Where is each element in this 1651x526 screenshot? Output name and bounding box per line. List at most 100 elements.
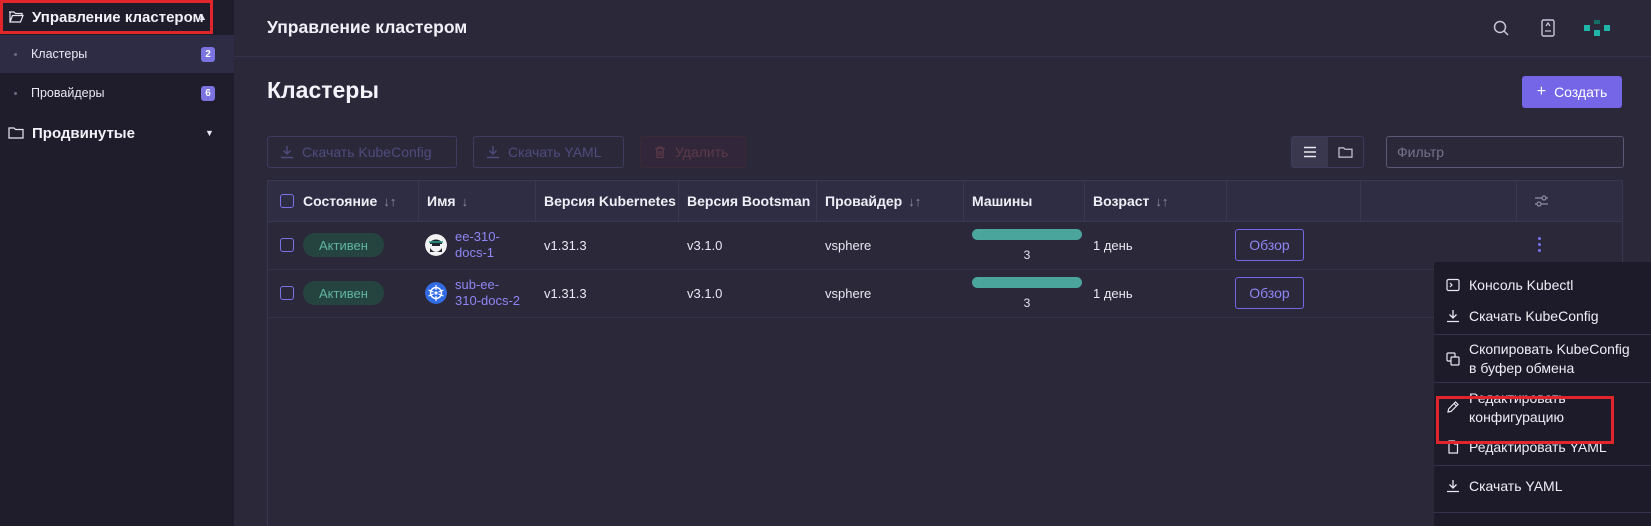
bullet-icon [14, 52, 17, 56]
create-button[interactable]: + Создать [1522, 76, 1622, 108]
column-label: Машины [972, 193, 1033, 209]
download-kubeconfig-button[interactable]: Скачать KubeConfig [267, 136, 457, 168]
filter-input[interactable] [1386, 136, 1624, 168]
plus-icon: + [1536, 83, 1547, 100]
overview-cell: Обзор [1235, 269, 1304, 317]
machines-progress-bar [972, 276, 1082, 288]
status-cell: Активен [303, 221, 384, 269]
count-badge: 6 [201, 85, 215, 101]
cluster-name-link[interactable]: sub-ee- 310-docs-2 [455, 277, 520, 309]
sidebar: Управление кластером ▲ Кластеры 2 Провай… [0, 0, 234, 526]
brand-logo-icon[interactable] [1583, 18, 1611, 38]
column-label: Имя [427, 193, 456, 209]
kubernetes-wheel-icon [425, 282, 447, 304]
delete-button[interactable]: Удалить [640, 136, 746, 168]
download-kubeconfig-label: Скачать KubeConfig [302, 144, 432, 160]
menu-divider [1434, 465, 1651, 466]
list-view-button[interactable] [1292, 137, 1328, 167]
column-label: Провайдер [825, 193, 903, 209]
overview-button[interactable]: Обзор [1235, 277, 1304, 309]
bootsman-version-cell: v3.1.0 [687, 237, 723, 253]
sidebar-group-label: Управление кластером [32, 8, 204, 26]
caret-down-icon: ▼ [205, 128, 214, 138]
sidebar-item-clusters[interactable]: Кластеры 2 [0, 35, 234, 73]
column-machines[interactable]: Машины [964, 181, 1085, 221]
status-cell: Активен [303, 269, 384, 317]
provider-cell: vsphere [825, 285, 872, 301]
column-bootsman-version[interactable]: Версия Bootsman [679, 181, 817, 221]
sort-icon[interactable]: ↓↑ [383, 194, 396, 209]
sidebar-item-providers[interactable]: Провайдеры 6 [0, 74, 234, 112]
file-icon [1448, 440, 1459, 454]
caret-up-icon: ▲ [198, 12, 207, 22]
sidebar-group-cluster-management[interactable]: Управление кластером ▲ [0, 0, 212, 34]
select-all-checkbox[interactable] [280, 194, 294, 208]
sidebar-group-label: Продвинутые [32, 124, 135, 142]
search-icon[interactable] [1490, 17, 1512, 39]
machines-cell: 3 [972, 221, 1082, 269]
sidebar-item-label: Кластеры [31, 47, 88, 61]
download-icon [1447, 310, 1459, 323]
folder-icon [8, 127, 24, 139]
column-age[interactable]: Возраст ↓↑ [1085, 181, 1227, 221]
name-line: sub-ee- [455, 277, 500, 292]
column-kubernetes-version[interactable]: Версия Kubernetes [536, 181, 679, 221]
folder-view-button[interactable] [1328, 137, 1364, 167]
menu-item-label: Консоль Kubectl [1469, 277, 1574, 293]
sort-down-icon[interactable]: ↓ [462, 194, 469, 209]
name-line: 310-docs-2 [455, 293, 521, 308]
sidebar-item-label: Провайдеры [31, 86, 105, 100]
column-label: Версия Bootsman [687, 193, 811, 209]
create-button-label: Создать [1554, 84, 1608, 100]
column-label: Версия Kubernetes [544, 193, 676, 209]
overview-button[interactable]: Обзор [1235, 229, 1304, 261]
overview-cell: Обзор [1235, 221, 1304, 269]
clusters-table: Состояние ↓↑ Имя ↓ Версия Kubernetes Вер… [267, 180, 1623, 526]
download-yaml-button[interactable]: Скачать YAML [473, 136, 624, 168]
column-status[interactable]: Состояние ↓↑ [268, 181, 419, 221]
machines-count: 3 [1023, 295, 1031, 310]
age-cell: 1 день [1093, 237, 1133, 253]
menu-divider [1434, 382, 1651, 383]
column-actions [1227, 181, 1361, 221]
row-checkbox[interactable] [280, 221, 294, 269]
book-icon[interactable] [1537, 17, 1559, 39]
column-provider[interactable]: Провайдер ↓↑ [817, 181, 964, 221]
table-row[interactable]: Активен sub-ee- 310-docs-2 v1.31.3 v3.1.… [268, 269, 1622, 318]
menu-divider [1434, 334, 1651, 335]
folder-open-icon [9, 11, 24, 23]
page-title: Кластеры [267, 77, 379, 103]
cluster-name-link[interactable]: ee-310- docs-1 [455, 229, 500, 261]
menu-item-line: в буфер обмена [1469, 360, 1575, 376]
row-checkbox[interactable] [280, 269, 294, 317]
sort-icon[interactable]: ↓↑ [908, 194, 921, 209]
table-row[interactable]: Активен ee-310- docs-1 v1.31.3 v3.1.0 vs… [268, 221, 1622, 270]
row-context-menu: Консоль Kubectl Скачать KubeConfig Скопи… [1434, 262, 1651, 526]
menu-item-label: Редактировать конфигурацию [1469, 389, 1566, 427]
status-badge: Активен [303, 281, 384, 305]
delete-label: Удалить [675, 144, 729, 160]
trash-icon [655, 146, 665, 159]
column-name[interactable]: Имя ↓ [419, 181, 536, 221]
menu-item-line: Редактировать [1469, 390, 1566, 406]
k8s-version-cell: v1.31.3 [544, 285, 587, 301]
menu-item-label: Скопировать KubeConfig в буфер обмена [1469, 340, 1630, 378]
table-header: Состояние ↓↑ Имя ↓ Версия Kubernetes Вер… [268, 181, 1622, 222]
view-toggle [1291, 136, 1364, 168]
count-badge: 2 [201, 46, 215, 62]
sidebar-group-advanced[interactable]: Продвинутые ▼ [0, 116, 234, 150]
menu-item-line: Скопировать KubeConfig [1469, 341, 1630, 357]
name-cell[interactable]: ee-310- docs-1 [425, 221, 500, 269]
name-line: ee-310- [455, 229, 500, 244]
provider-cell: vsphere [825, 237, 872, 253]
folder-icon [1338, 146, 1353, 158]
column-settings-icon[interactable] [1534, 194, 1549, 208]
status-badge: Активен [303, 233, 384, 257]
column-empty [1361, 181, 1517, 221]
row-menu-kebab-icon[interactable] [1538, 237, 1541, 252]
name-cell[interactable]: sub-ee- 310-docs-2 [425, 269, 520, 317]
menu-item-label: Скачать YAML [1469, 478, 1563, 494]
menu-item-label: Редактировать YAML [1469, 439, 1607, 455]
sort-icon[interactable]: ↓↑ [1155, 194, 1168, 209]
download-icon [1447, 480, 1459, 493]
